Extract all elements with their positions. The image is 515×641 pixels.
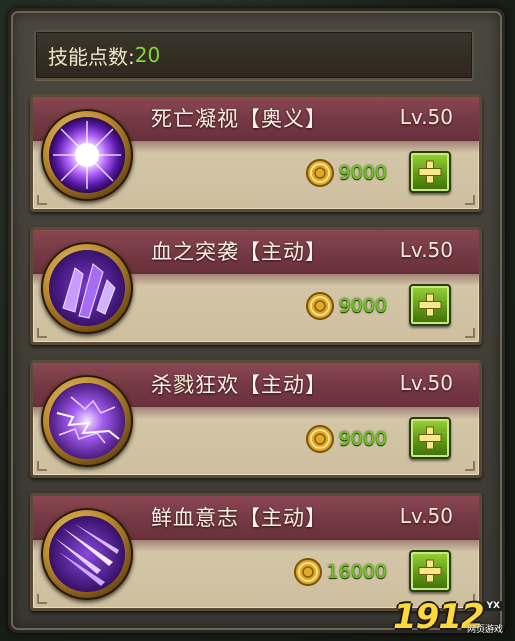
watermark-tag: YX: [483, 601, 503, 611]
skill-cost: 16000: [293, 556, 387, 588]
skill-points-header: 技能点数: 20: [34, 30, 474, 80]
upgrade-plus-button[interactable]: [409, 284, 451, 326]
skill-cost-value: 16000: [326, 561, 387, 583]
upgrade-plus-button[interactable]: [409, 151, 451, 193]
skill-icon-button[interactable]: [41, 375, 133, 467]
skill-card: 血之突袭【主动】 Lv.50 9000: [30, 227, 482, 345]
plus-icon: [418, 559, 442, 583]
plus-icon: [418, 160, 442, 184]
site-watermark-logo: 1912 YX 网页游戏: [393, 595, 503, 639]
skill-cost: 9000: [305, 290, 387, 322]
skill-name: 鲜血意志【主动】: [151, 506, 327, 530]
gold-coin-icon: [305, 292, 334, 320]
skill-level: Lv.50: [399, 238, 453, 262]
death-gaze-icon: [49, 117, 125, 193]
skill-name: 血之突袭【主动】: [151, 240, 327, 264]
slash-strikes-icon: [49, 516, 125, 592]
card-corner-ornament: [37, 328, 47, 338]
skill-name: 杀戮狂欢【主动】: [151, 373, 327, 397]
plus-icon: [418, 293, 442, 317]
skill-icon-button[interactable]: [41, 508, 133, 600]
skill-cost: 9000: [305, 157, 387, 189]
card-corner-ornament: [37, 594, 47, 604]
lightning-orb-icon: [49, 383, 125, 459]
skill-card: 杀戮狂欢【主动】 Lv.50 9000: [30, 360, 482, 478]
card-corner-ornament: [465, 195, 475, 205]
skill-points-label: 技能点数:: [48, 44, 135, 69]
gold-coin-icon: [293, 558, 322, 586]
skill-card: 鲜血意志【主动】 Lv.50 16000: [30, 493, 482, 611]
skill-points-value: 20: [134, 43, 161, 67]
upgrade-plus-button[interactable]: [409, 417, 451, 459]
skill-cost-value: 9000: [338, 428, 387, 450]
skill-cost-value: 9000: [338, 162, 387, 184]
skill-level: Lv.50: [399, 371, 453, 395]
skill-level: Lv.50: [399, 105, 453, 129]
crystal-shards-icon: [49, 250, 125, 326]
skill-cost-value: 9000: [338, 295, 387, 317]
card-corner-ornament: [465, 328, 475, 338]
card-corner-ornament: [465, 461, 475, 471]
skill-icon-button[interactable]: [41, 109, 133, 201]
plus-icon: [418, 426, 442, 450]
skill-cost: 9000: [305, 423, 387, 455]
gold-coin-icon: [305, 425, 334, 453]
card-corner-ornament: [37, 461, 47, 471]
skill-card: 死亡凝视【奥义】 Lv.50 9000: [30, 94, 482, 212]
gold-coin-icon: [305, 159, 334, 187]
upgrade-plus-button[interactable]: [409, 550, 451, 592]
skill-icon-button[interactable]: [41, 242, 133, 334]
watermark-subtitle: 网页游戏: [466, 625, 503, 635]
skill-name: 死亡凝视【奥义】: [151, 107, 327, 131]
skill-level: Lv.50: [399, 504, 453, 528]
card-corner-ornament: [37, 195, 47, 205]
